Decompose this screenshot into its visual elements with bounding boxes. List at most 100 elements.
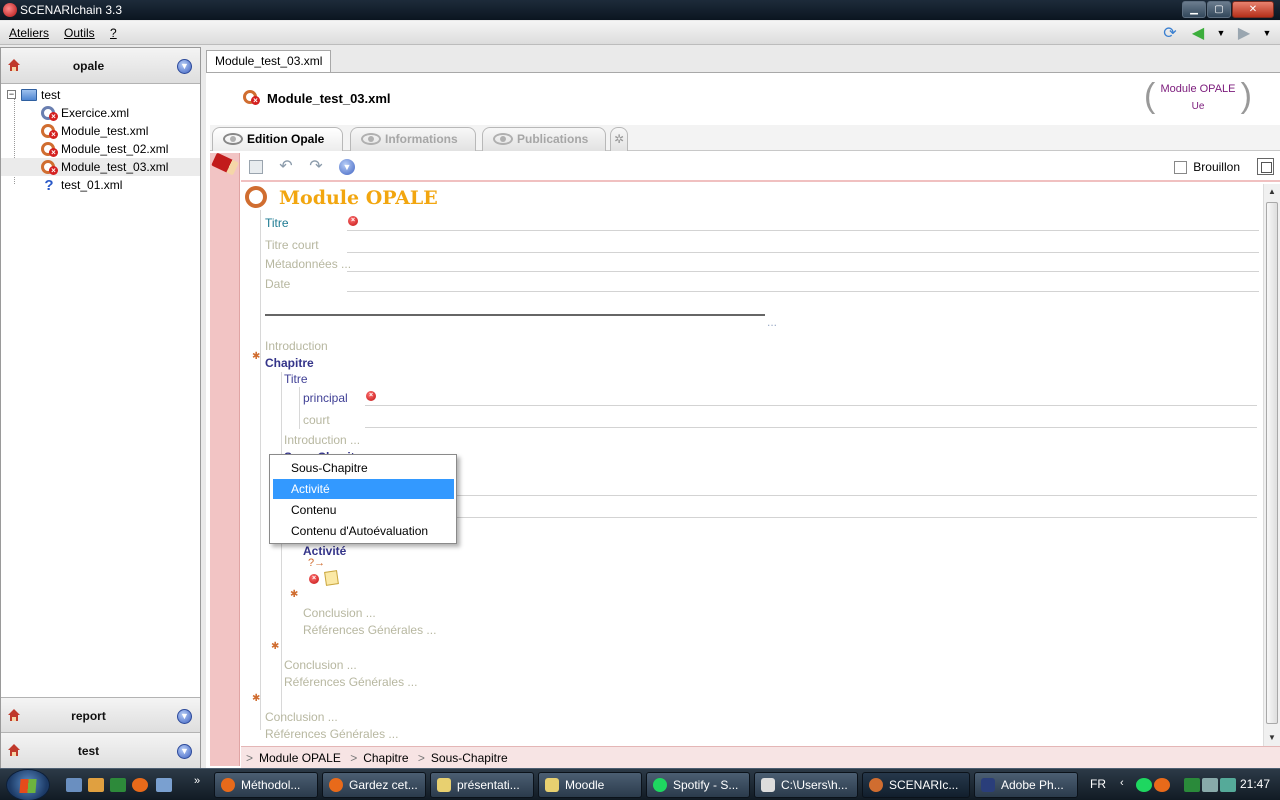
quicklaunch-icon[interactable] [156, 778, 172, 792]
minimize-button[interactable]: ▁ [1182, 1, 1206, 18]
brouillon-checkbox[interactable] [1174, 160, 1188, 174]
field-principal[interactable]: principal [303, 391, 348, 405]
taskbar-button[interactable]: C:\Users\h... [754, 772, 858, 798]
brouillon-toggle[interactable]: Brouillon [1174, 160, 1240, 174]
taskbar-button[interactable]: présentati... [430, 772, 534, 798]
tray-app-icon[interactable] [1220, 778, 1236, 792]
workspace-menu-icon[interactable]: ▼ [177, 744, 192, 759]
menu-outils[interactable]: Outils [64, 26, 95, 40]
tree-folder-test[interactable]: − test [7, 86, 60, 104]
maximize-button[interactable]: ▢ [1207, 1, 1231, 18]
document-panel: Module_test_03.xml × Module_test_03.xml … [203, 47, 1280, 769]
options-menu-icon[interactable]: ▼ [339, 159, 355, 175]
window-title: SCENARIchain 3.3 [20, 3, 123, 17]
field-date[interactable]: Date [265, 277, 290, 291]
volume-icon[interactable] [1202, 778, 1218, 792]
menu-ateliers[interactable]: Ateliers [9, 26, 49, 40]
settings-gear-icon[interactable]: ✲ [610, 127, 628, 151]
field-court[interactable]: court [303, 413, 330, 427]
language-indicator[interactable]: FR [1090, 777, 1106, 791]
tree-item[interactable]: × Module_test_02.xml [41, 140, 168, 158]
tree-item-selected[interactable]: × Module_test_03.xml [1, 158, 200, 176]
quicklaunch-more-icon[interactable]: » [194, 775, 200, 787]
collapse-icon[interactable]: − [7, 90, 16, 99]
quicklaunch-icon[interactable] [110, 778, 126, 792]
tree-label: test_01.xml [61, 178, 123, 192]
error-icon: × [366, 391, 376, 401]
tree-item[interactable]: × Module_test.xml [41, 122, 148, 140]
taskbar-button[interactable]: Gardez cet... [322, 772, 426, 798]
document-tab[interactable]: Module_test_03.xml [206, 50, 332, 72]
history-dropdown-icon[interactable]: ▼ [1216, 23, 1226, 43]
clock[interactable]: 21:47 [1240, 777, 1270, 791]
taskbar-button-active[interactable]: SCENARIc... [862, 772, 970, 798]
vertical-scrollbar[interactable]: ▲ ▼ [1263, 184, 1280, 746]
firefox-icon[interactable] [132, 778, 148, 792]
quicklaunch-icon[interactable] [88, 778, 104, 792]
scroll-thumb[interactable] [1266, 202, 1278, 724]
network-icon[interactable] [1184, 778, 1200, 792]
menu-item-contenu-autoevaluation[interactable]: Contenu d'Autoévaluation [273, 521, 454, 541]
breadcrumb-item[interactable]: Sous-Chapitre [431, 751, 508, 765]
breadcrumb-item[interactable]: Chapitre [363, 751, 408, 765]
menu-help[interactable]: ? [110, 26, 117, 40]
field-introduction[interactable]: Introduction [265, 339, 328, 353]
breadcrumb-item[interactable]: Module OPALE [259, 751, 341, 765]
editor-toolbar: ↶ ↷ ▼ Brouillon [241, 153, 1280, 182]
exercise-link-icon[interactable]: ?→ [308, 557, 325, 569]
menu-item-contenu[interactable]: Contenu [273, 500, 454, 520]
field-metadonnees[interactable]: Métadonnées ... [265, 257, 351, 271]
taskbar-button[interactable]: Spotify - S... [646, 772, 750, 798]
tab-publications[interactable]: Publications [482, 127, 606, 151]
error-icon: × [348, 216, 358, 226]
refresh-icon[interactable]: ⟳ [1160, 23, 1180, 43]
references-module[interactable]: Références Générales ... [265, 727, 398, 741]
spotify-icon[interactable] [1136, 778, 1152, 792]
close-button[interactable]: ✕ [1232, 1, 1274, 18]
tree-item[interactable]: × Exercice.xml [41, 104, 129, 122]
tab-informations[interactable]: Informations [350, 127, 476, 151]
redo-icon[interactable]: ↷ [307, 158, 325, 176]
conclusion-module[interactable]: Conclusion ... [265, 710, 338, 724]
workspace-header-report[interactable]: report ▼ [1, 697, 200, 733]
workspace-menu-icon[interactable]: ▼ [177, 59, 192, 74]
back-arrow-icon[interactable]: ◀ [1188, 23, 1208, 43]
tray-expand-icon[interactable]: ‹ [1120, 777, 1124, 789]
save-icon[interactable] [249, 160, 263, 174]
fullscreen-button[interactable] [1257, 158, 1274, 175]
section-chapitre[interactable]: Chapitre [265, 356, 314, 370]
more-ellipsis[interactable]: ... [767, 315, 777, 329]
quicklaunch-icon[interactable] [66, 778, 82, 792]
undo-icon[interactable]: ↶ [277, 158, 295, 176]
forward-arrow-icon[interactable]: ▶ [1234, 23, 1254, 43]
field-titre[interactable]: Titre [265, 216, 289, 230]
references-chapitre[interactable]: Références Générales ... [284, 675, 417, 689]
menu-item-activite[interactable]: Activité [273, 479, 454, 499]
taskbar-button[interactable]: Moodle [538, 772, 642, 798]
document-icon[interactable] [324, 570, 339, 586]
scroll-up-icon[interactable]: ▲ [1264, 184, 1280, 200]
section-activite[interactable]: Activité [303, 544, 346, 558]
conclusion-chapitre[interactable]: Conclusion ... [284, 658, 357, 672]
start-button[interactable] [6, 769, 50, 800]
taskbar-button[interactable]: Méthodol... [214, 772, 318, 798]
field-titre-court[interactable]: Titre court [265, 238, 319, 252]
tray-app-icon[interactable] [1154, 778, 1170, 792]
workspace-header-opale[interactable]: opale ▼ [1, 48, 200, 84]
error-icon: × [309, 574, 319, 584]
system-tray: FR ‹ 21:47 [1080, 769, 1280, 800]
chapitre-introduction[interactable]: Introduction ... [284, 433, 360, 447]
chapitre-titre[interactable]: Titre [284, 372, 308, 386]
conclusion-inner[interactable]: Conclusion ... [303, 606, 376, 620]
tree-item[interactable]: ? test_01.xml [41, 176, 122, 194]
forward-dropdown-icon[interactable]: ▼ [1262, 23, 1272, 43]
title-bar: SCENARIchain 3.3 ▁ ▢ ✕ [0, 0, 1280, 20]
workspace-header-test[interactable]: test ▼ [1, 733, 200, 769]
tab-edition-opale[interactable]: Edition Opale [212, 127, 343, 151]
workspace-menu-icon[interactable]: ▼ [177, 709, 192, 724]
scroll-down-icon[interactable]: ▼ [1264, 730, 1280, 746]
app-icon [3, 3, 17, 17]
menu-item-sous-chapitre[interactable]: Sous-Chapitre [273, 458, 454, 478]
references-inner[interactable]: Références Générales ... [303, 623, 436, 637]
taskbar-button[interactable]: Adobe Ph... [974, 772, 1078, 798]
